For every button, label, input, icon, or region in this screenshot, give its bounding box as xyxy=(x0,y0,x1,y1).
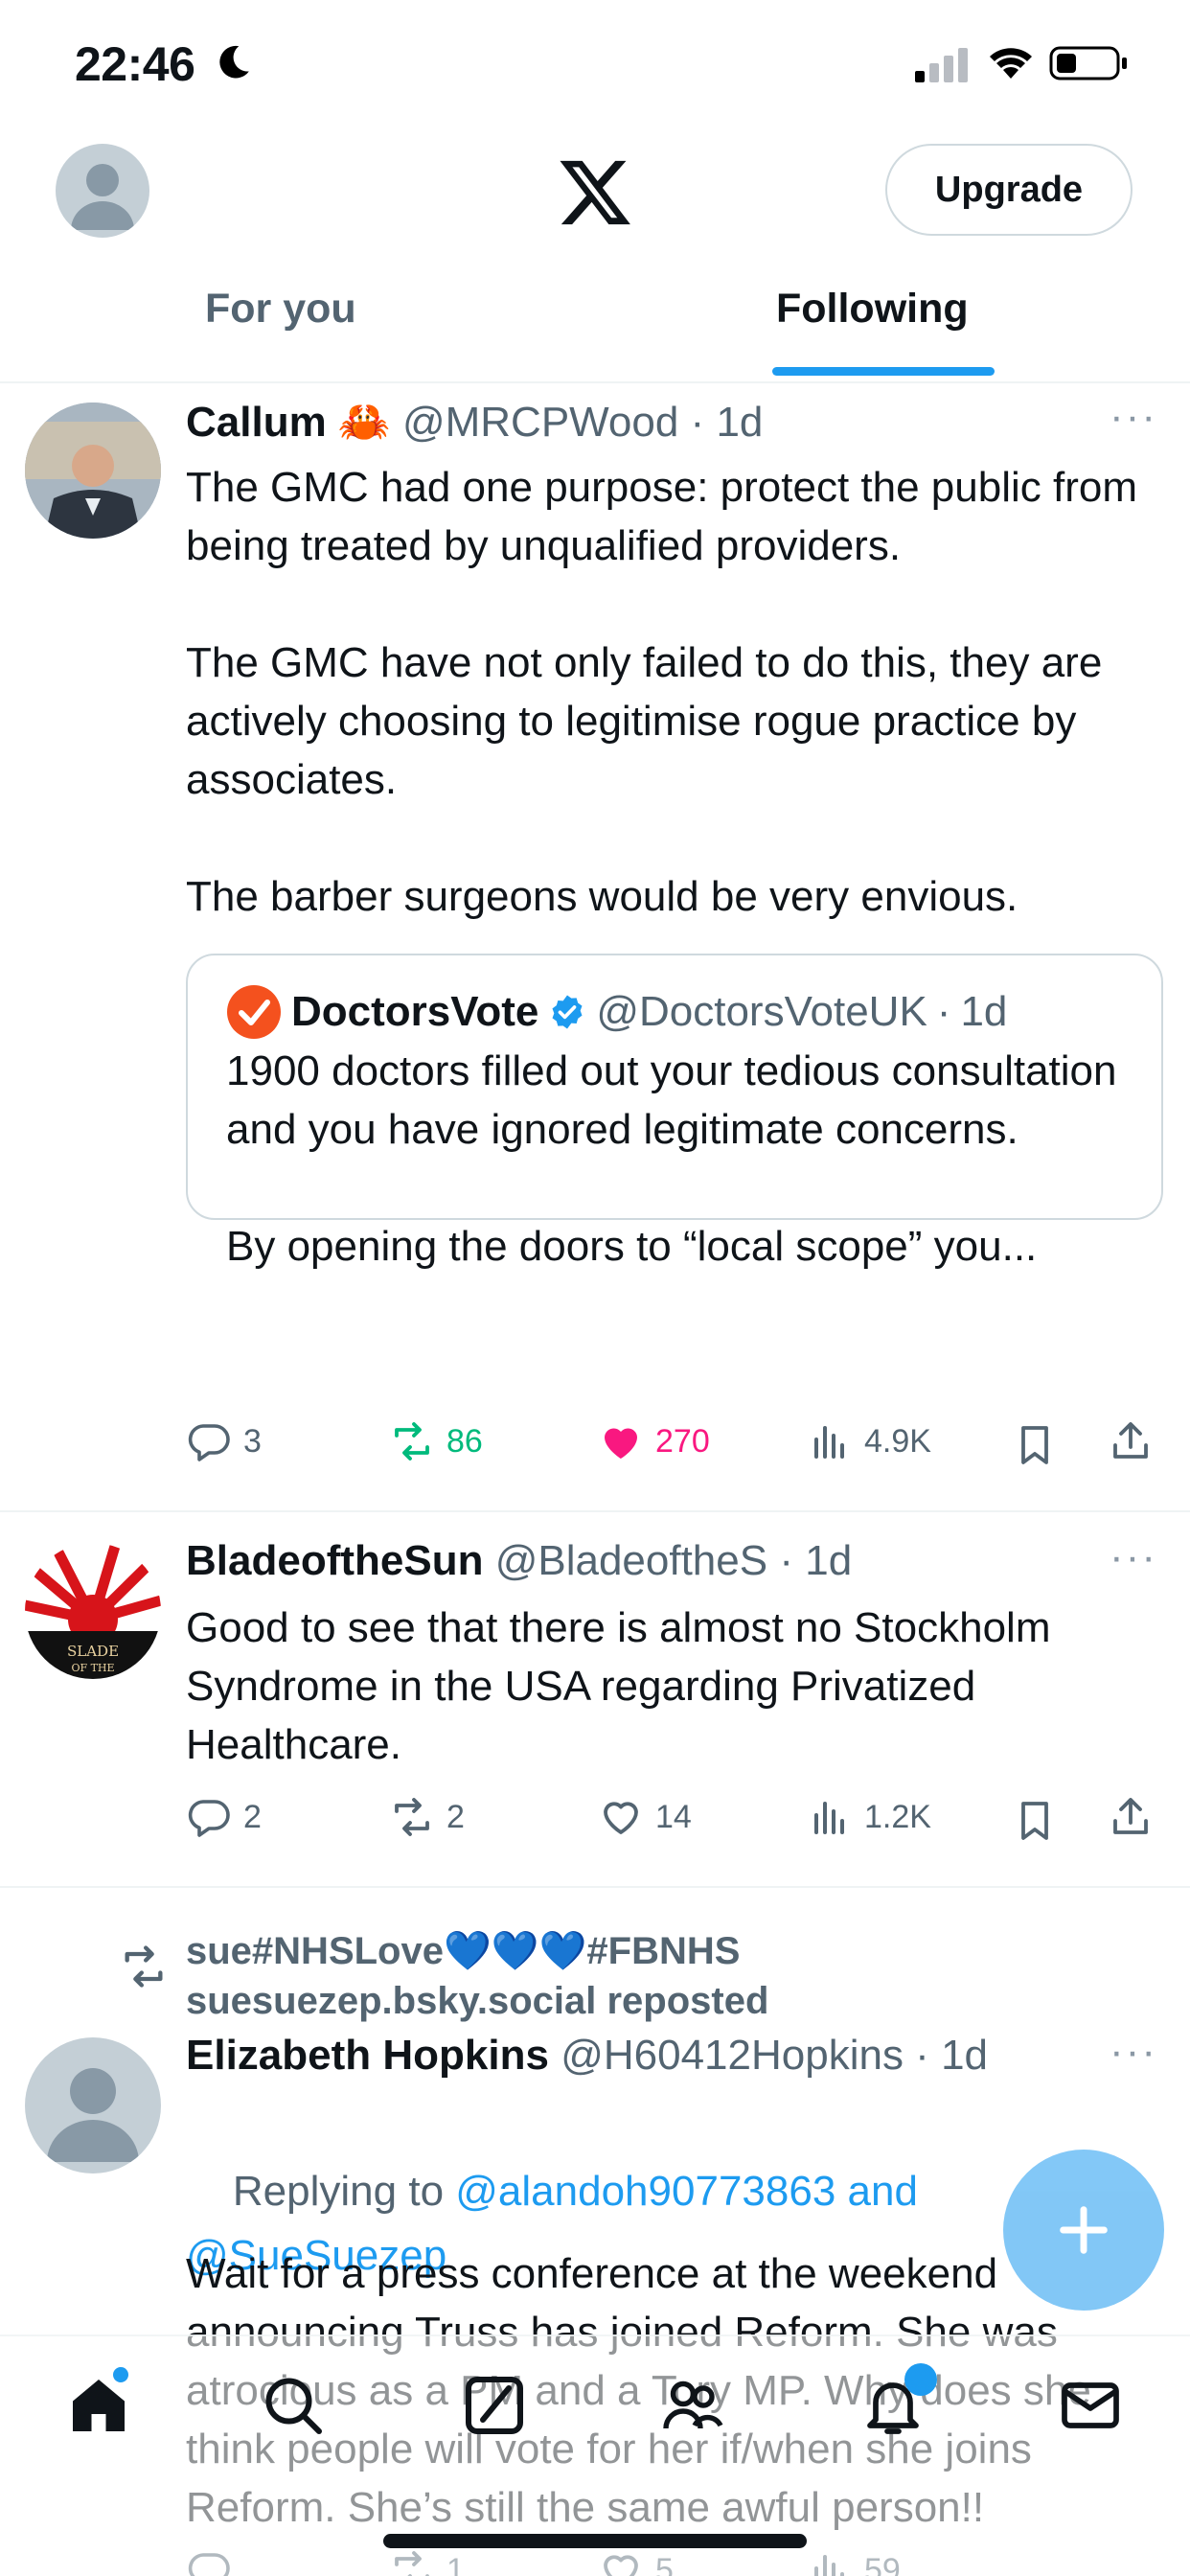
quote-author-name: DoctorsVote xyxy=(291,988,539,1035)
author-name[interactable]: Callum 🦀 xyxy=(186,399,391,446)
tweet-actions: 2 2 14 1.2K xyxy=(186,1794,1154,1852)
author-handle[interactable]: @MRCPWood xyxy=(402,399,678,446)
reply-button[interactable]: 3 xyxy=(186,1418,262,1464)
tweet-text: Good to see that there is almost no Stoc… xyxy=(186,1604,1063,1768)
view-count: 4.9K xyxy=(864,1422,931,1460)
tweet-header: BladeoftheSun @BladeoftheS · 1d xyxy=(186,1537,853,1584)
home-notification-dot xyxy=(113,2367,128,2382)
default-avatar-icon xyxy=(47,2068,139,2162)
author-photo: SLADE OF THE xyxy=(25,1543,161,1679)
top-header: Upgrade For you Following xyxy=(0,125,1190,383)
cellular-signal-icon xyxy=(915,48,968,82)
heart-outline-icon xyxy=(604,1802,638,1834)
reply-icon xyxy=(188,1424,230,1461)
tab-following[interactable]: Following xyxy=(776,286,969,333)
tweet-header: Elizabeth Hopkins @H60412Hopkins · 1d xyxy=(186,2032,989,2079)
x-logo-icon[interactable] xyxy=(556,153,634,232)
repost-context[interactable]: sue#NHSLove💙💙💙#FBNHS suesuezep.bsky.soci… xyxy=(186,1926,768,2026)
selected-tab-indicator xyxy=(772,367,995,376)
reposter-name: sue#NHSLove💙💙💙#FBNHS xyxy=(186,1930,741,1972)
like-count: 270 xyxy=(655,1422,710,1460)
tweet-actions: 3 86 270 4.9K xyxy=(186,1418,1154,1476)
repost-button[interactable]: 86 xyxy=(389,1418,483,1464)
like-button[interactable]: 14 xyxy=(598,1794,692,1840)
plus-icon xyxy=(1060,2206,1108,2254)
verified-badge-icon xyxy=(552,995,583,1029)
communities-icon[interactable] xyxy=(657,2371,726,2440)
repost-icon xyxy=(395,1798,429,1836)
upgrade-button[interactable]: Upgrade xyxy=(885,144,1133,236)
view-count: 1.2K xyxy=(864,1798,931,1835)
tweet-time: 1d xyxy=(805,1537,853,1584)
quote-author-handle: @DoctorsVoteUK xyxy=(596,988,927,1035)
author-avatar[interactable] xyxy=(25,402,161,539)
author-name[interactable]: BladeoftheSun xyxy=(186,1537,483,1584)
like-button[interactable]: 270 xyxy=(598,1418,710,1464)
author-avatar[interactable] xyxy=(25,2037,161,2174)
author-handle[interactable]: @H60412Hopkins xyxy=(561,2032,904,2079)
grok-icon[interactable] xyxy=(460,2371,529,2440)
author-name[interactable]: Elizabeth Hopkins xyxy=(186,2032,549,2079)
tweet-bladeofthesun[interactable]: SLADE OF THE BladeoftheSun @BladeoftheS … xyxy=(0,1512,1190,1888)
messages-envelope-icon[interactable] xyxy=(1056,2371,1125,2440)
reply-button[interactable]: 2 xyxy=(186,1794,262,1840)
tweet-header: Callum 🦀 @MRCPWood · 1d xyxy=(186,399,764,446)
status-bar: 22:46 xyxy=(0,0,1190,125)
author-avatar[interactable]: SLADE OF THE xyxy=(25,1543,161,1679)
share-icon[interactable] xyxy=(1108,1794,1154,1840)
tweet-text: The GMC had one purpose: protect the pub… xyxy=(186,464,1137,920)
views-chart-icon xyxy=(814,1426,844,1459)
reposted-label: suesuezep.bsky.social reposted xyxy=(186,1980,769,2022)
repost-icon xyxy=(395,1422,429,1460)
author-photo xyxy=(25,402,161,539)
search-icon[interactable] xyxy=(259,2371,328,2440)
tweet-callum[interactable]: Callum 🦀 @MRCPWood · 1d ··· The GMC had … xyxy=(0,383,1190,1512)
views-chart-icon xyxy=(814,1802,844,1834)
tweet-time: 1d xyxy=(716,399,764,446)
reply-count: 3 xyxy=(243,1422,262,1460)
repost-count: 2 xyxy=(446,1798,465,1835)
quote-time: 1d xyxy=(960,988,1008,1035)
more-options-icon[interactable]: ··· xyxy=(1110,393,1157,441)
home-indicator-bar xyxy=(383,2534,807,2548)
doctorsvote-avatar xyxy=(227,985,281,1039)
bookmark-icon[interactable] xyxy=(1012,1798,1058,1844)
views-button[interactable]: 4.9K xyxy=(807,1418,931,1464)
replying-to-prefix: Replying to xyxy=(232,2168,456,2215)
repost-button[interactable]: 2 xyxy=(389,1794,465,1840)
tweet-time: 1d xyxy=(941,2032,989,2079)
bookmark-icon[interactable] xyxy=(1012,1422,1058,1468)
profile-avatar[interactable] xyxy=(56,144,149,238)
like-count: 14 xyxy=(655,1798,692,1835)
quote-header: DoctorsVote @DoctorsVoteUK · 1d xyxy=(226,984,1007,1040)
reply-icon xyxy=(188,1800,230,1837)
battery-icon xyxy=(1049,46,1127,80)
notifications-badge xyxy=(904,2363,937,2396)
moon-icon xyxy=(219,45,249,79)
status-time: 22:46 xyxy=(75,37,195,91)
reply-count: 2 xyxy=(243,1798,262,1835)
svg-text:OF THE: OF THE xyxy=(71,1662,114,1674)
views-button[interactable]: 1.2K xyxy=(807,1794,931,1840)
heart-filled-icon xyxy=(605,1428,637,1459)
default-avatar-icon xyxy=(71,164,134,230)
repost-count: 86 xyxy=(446,1422,483,1460)
tab-for-you[interactable]: For you xyxy=(205,286,356,333)
repost-indicator-icon xyxy=(125,1945,163,1988)
compose-post-button[interactable] xyxy=(1003,2150,1164,2311)
quoted-tweet[interactable]: DoctorsVote @DoctorsVoteUK · 1d 1900 docto… xyxy=(186,954,1163,1270)
wifi-icon xyxy=(990,48,1032,79)
share-icon[interactable] xyxy=(1108,1418,1154,1464)
svg-text:SLADE: SLADE xyxy=(67,1643,119,1660)
author-handle[interactable]: @BladeoftheS xyxy=(495,1537,767,1584)
quote-text: 1900 doctors filled out your tedious con… xyxy=(226,1047,1117,1270)
more-options-icon[interactable]: ··· xyxy=(1110,2028,1157,2076)
more-options-icon[interactable]: ··· xyxy=(1110,1533,1157,1581)
